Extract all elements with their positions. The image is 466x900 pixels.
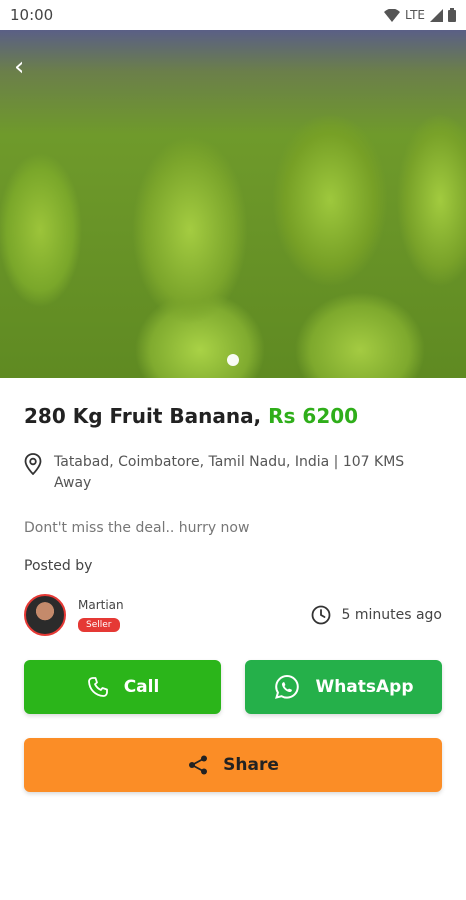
location-row: Tatabad, Coimbatore, Tamil Nadu, India |… (24, 452, 442, 494)
listing-details: 280 Kg Fruit Banana, Rs 6200 Tatabad, Co… (24, 378, 442, 792)
listing-description: Dont't miss the deal.. hurry now (24, 520, 250, 536)
avatar[interactable] (24, 594, 66, 636)
phone-icon (87, 677, 108, 697)
status-bar: 10:00 LTE (0, 0, 466, 30)
call-button-label: Call (123, 677, 160, 697)
clock-icon (312, 605, 331, 625)
seller-info[interactable]: Martian Seller (24, 594, 124, 636)
network-label: LTE (405, 8, 425, 22)
whatsapp-icon (275, 674, 300, 699)
location-pin-icon (24, 453, 42, 475)
status-icons: LTE (384, 8, 456, 22)
share-icon (189, 755, 208, 775)
posted-by-label: Posted by (24, 558, 93, 574)
wifi-icon (384, 8, 401, 22)
contact-buttons: Call WhatsApp (24, 660, 442, 714)
gallery-indicator (0, 354, 466, 366)
signal-icon (430, 8, 443, 22)
back-arrow-icon[interactable]: ‹ (14, 52, 24, 82)
share-button[interactable]: Share (24, 738, 442, 792)
listing-title-row: 280 Kg Fruit Banana, Rs 6200 (24, 402, 442, 430)
share-button-label: Share (223, 755, 279, 775)
battery-icon (448, 8, 456, 22)
seller-name: Martian (78, 598, 124, 612)
whatsapp-button[interactable]: WhatsApp (245, 660, 442, 714)
product-image-gallery[interactable]: ‹ (0, 30, 466, 378)
call-button[interactable]: Call (24, 660, 221, 714)
listing-title: 280 Kg Fruit Banana, (24, 404, 262, 428)
seller-badge: Seller (78, 618, 120, 632)
seller-row: Martian Seller 5 minutes ago (24, 594, 442, 636)
posted-time: 5 minutes ago (311, 605, 442, 625)
whatsapp-button-label: WhatsApp (315, 677, 414, 697)
posted-time-text: 5 minutes ago (341, 607, 442, 623)
listing-price: Rs 6200 (268, 404, 359, 428)
gallery-dot (227, 354, 239, 366)
status-time: 10:00 (10, 6, 54, 24)
location-text: Tatabad, Coimbatore, Tamil Nadu, India |… (54, 454, 405, 491)
